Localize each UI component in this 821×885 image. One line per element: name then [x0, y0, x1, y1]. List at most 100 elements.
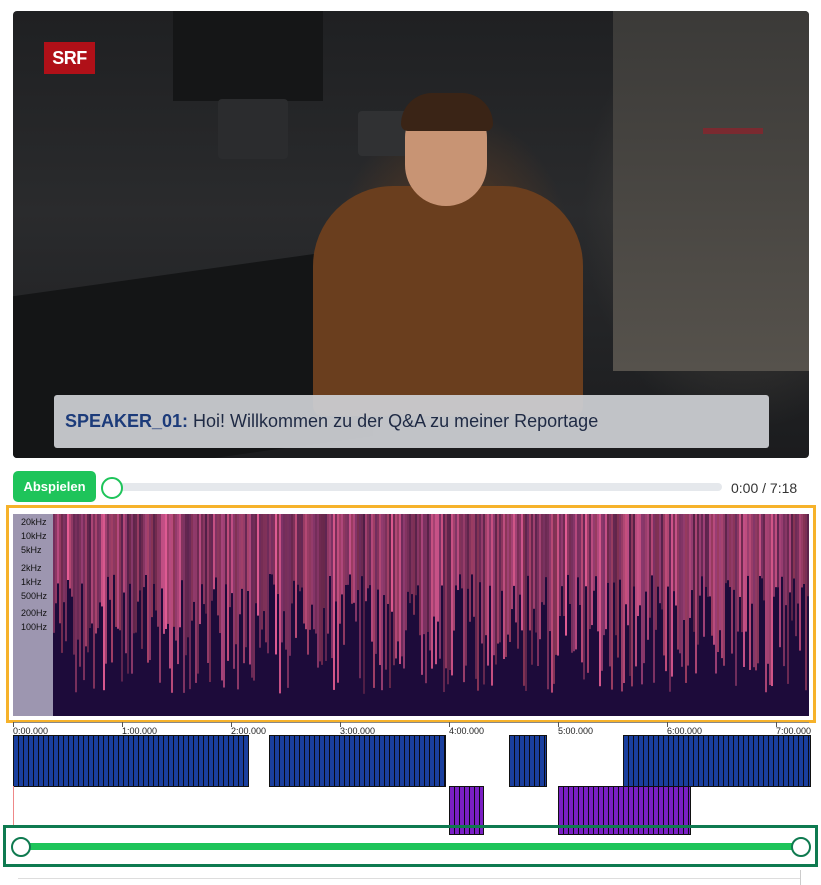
spectrogram-streak — [141, 514, 143, 649]
spectrogram-streak — [793, 514, 795, 579]
spectrogram-streak — [525, 514, 527, 691]
spectrogram-streak — [607, 514, 609, 583]
spectrogram-streak — [65, 514, 67, 642]
spectrogram-streak — [83, 514, 85, 681]
spectrogram-streak — [759, 514, 761, 576]
spectrogram-streak — [743, 514, 745, 667]
progress-thumb[interactable] — [101, 477, 123, 499]
spectrogram-streak — [439, 514, 441, 659]
spectrogram-streak — [123, 514, 125, 593]
freq-label: 2kHz — [21, 563, 42, 573]
spectrogram-streak — [133, 514, 135, 634]
spectrogram-streak — [663, 514, 665, 656]
spectrogram-streak — [575, 514, 577, 650]
spectrogram-streak — [297, 514, 299, 585]
freq-label: 1kHz — [21, 577, 42, 587]
spectrogram-streak — [521, 514, 523, 631]
video-player[interactable]: SRF SPEAKER_01: Hoi! Willkommen zu der Q… — [13, 11, 809, 458]
spectrogram-streak — [767, 514, 769, 664]
spectrogram-streak — [387, 514, 389, 604]
spectrogram-streak — [731, 514, 733, 654]
spectrogram-streak — [487, 514, 489, 666]
spectrogram-streak — [111, 514, 113, 663]
spectrogram-streak — [773, 514, 775, 597]
spectrogram-streak — [691, 514, 693, 591]
spectrogram-streak — [351, 514, 353, 604]
spectrogram-streak — [723, 514, 725, 666]
spectrogram[interactable]: 20kHz 10kHz 5kHz 2kHz 1kHz 500Hz 200Hz 1… — [13, 514, 809, 716]
spectrogram-streak — [199, 514, 201, 625]
spectrogram-streak — [67, 514, 69, 581]
spectrogram-streak — [325, 514, 327, 661]
spectrogram-streak — [241, 514, 243, 589]
range-track[interactable] — [20, 843, 801, 850]
spectrogram-streak — [335, 514, 337, 602]
spectrogram-streak — [281, 514, 283, 643]
spectrogram-streak — [345, 514, 347, 585]
spectrogram-streak — [359, 514, 361, 679]
spectrogram-streak — [279, 514, 281, 694]
spectrogram-streak — [183, 514, 185, 693]
spectrogram-streak — [561, 514, 563, 587]
range-start-handle[interactable] — [11, 837, 31, 857]
spectrogram-streak — [627, 514, 629, 626]
spectrogram-streak — [177, 514, 179, 665]
spectrogram-streak — [249, 514, 251, 665]
spectrogram-streak — [209, 514, 211, 683]
spectrogram-streak — [79, 514, 81, 667]
spectrogram-streak — [625, 514, 627, 605]
speaker-a-segment[interactable] — [13, 735, 250, 787]
spectrogram-streak — [713, 514, 715, 645]
spectrogram-streak — [445, 514, 447, 669]
spectrogram-streak — [295, 514, 297, 638]
spectrogram-streak — [729, 514, 731, 588]
spectrogram-streak — [477, 514, 479, 691]
spectrogram-streak — [309, 514, 311, 630]
spectrogram-streak — [563, 514, 565, 617]
spectrogram-streak — [57, 514, 59, 584]
spectrogram-streak — [757, 514, 759, 664]
spectrogram-streak — [699, 514, 701, 596]
spectrogram-streak — [53, 514, 55, 633]
divider — [800, 870, 801, 885]
spectrogram-streak — [659, 514, 661, 604]
spectrogram-streak — [175, 514, 177, 641]
speaker-a-segment[interactable] — [508, 735, 547, 787]
time-display: 0:00 / 7:18 — [731, 480, 798, 496]
spectrogram-streak — [457, 514, 459, 591]
spectrogram-streak — [73, 514, 75, 655]
spectrogram-streak — [99, 514, 101, 603]
speaker-a-segment[interactable] — [623, 735, 811, 787]
spectrogram-streak — [293, 514, 295, 581]
spectrogram-streak — [753, 514, 755, 668]
spectrogram-streak — [291, 514, 293, 604]
progress-track[interactable] — [112, 483, 722, 491]
spectrogram-streak — [605, 514, 607, 630]
spectrogram-streak — [685, 514, 687, 683]
spectrogram-streak — [421, 514, 423, 675]
spectrogram-streak — [85, 514, 87, 647]
spectrogram-streak — [547, 514, 549, 690]
spectrogram-streak — [739, 514, 741, 597]
spectrogram-streak — [101, 514, 103, 607]
spectrogram-streak — [507, 514, 509, 635]
spectrogram-streak — [597, 514, 599, 632]
spectrogram-streak — [593, 514, 595, 591]
range-end-handle[interactable] — [791, 837, 811, 857]
spectrogram-streak — [181, 514, 183, 581]
spectrogram-streak — [253, 514, 255, 681]
spectrogram-streak — [287, 514, 289, 688]
spectrogram-streak — [185, 514, 187, 656]
spectrogram-streak — [483, 514, 485, 685]
spectrogram-streak — [491, 514, 493, 686]
play-button[interactable]: Abspielen — [13, 471, 96, 502]
spectrogram-streak — [337, 514, 339, 683]
spectrogram-streak — [781, 514, 783, 577]
spectrogram-streak — [89, 514, 91, 629]
spectrogram-streak — [313, 514, 315, 630]
spectrogram-streak — [449, 514, 451, 670]
spectrogram-streak — [431, 514, 433, 669]
spectrogram-streak — [289, 514, 291, 656]
spectrogram-streak — [103, 514, 105, 691]
speaker-a-segment[interactable] — [269, 735, 446, 787]
